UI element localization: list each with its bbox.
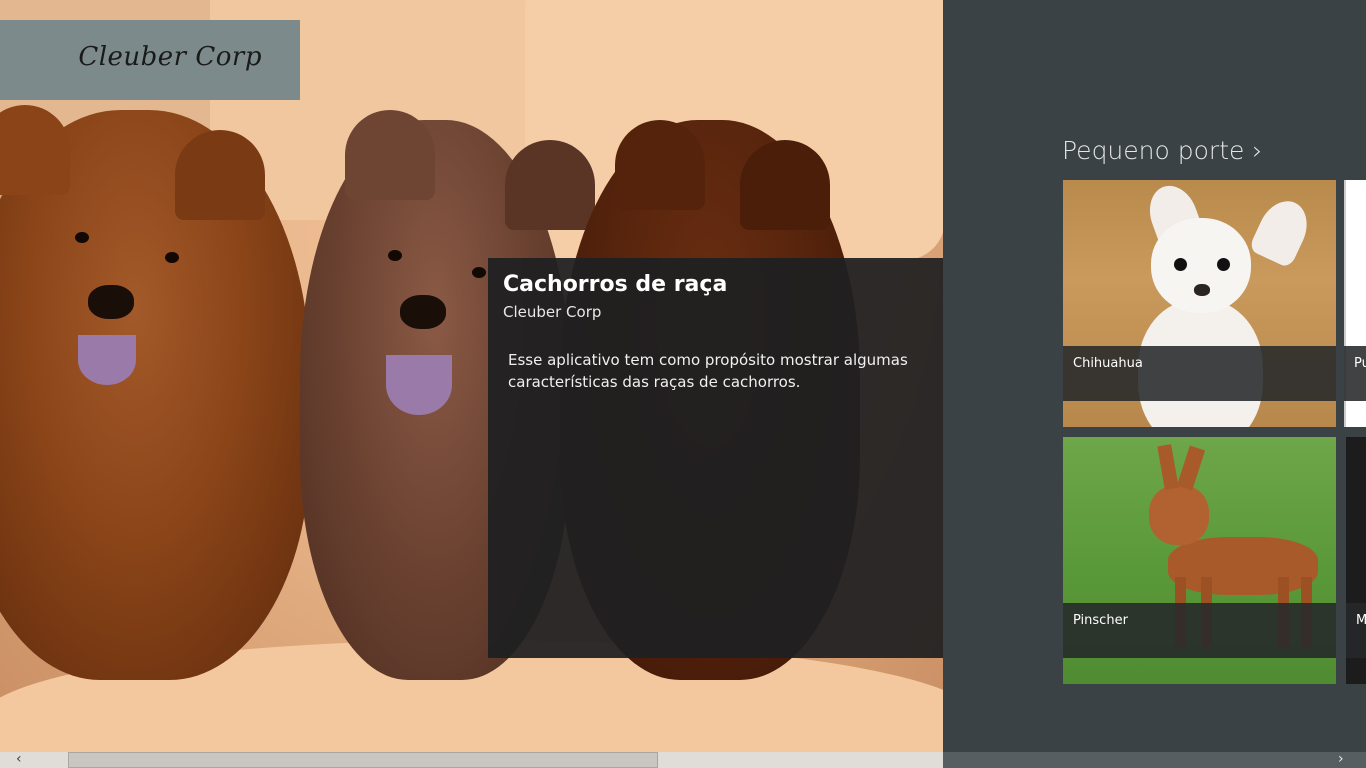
tile-label: Pinscher [1073, 613, 1128, 628]
app-publisher: Cleuber Corp [503, 303, 602, 321]
tile-partial[interactable]: M [1346, 437, 1366, 684]
tile-label: M [1356, 613, 1366, 628]
section-header-pequeno-porte[interactable]: Pequeno porte › [1062, 136, 1262, 165]
puppy-eye [165, 252, 179, 263]
pinscher-ear [1157, 444, 1179, 490]
tile-caption: M [1346, 603, 1366, 658]
horizontal-scrollbar-track[interactable] [943, 752, 1366, 768]
tile-caption: Pu [1344, 346, 1366, 401]
app-title: Cachorros de raça [503, 272, 728, 297]
puppy-nose [88, 285, 134, 319]
tile-caption: Chihuahua [1063, 346, 1336, 401]
puppy-eye [75, 232, 89, 243]
puppy-ear [615, 120, 705, 210]
pinscher-head [1149, 485, 1209, 545]
chihuahua-ear [1248, 193, 1316, 269]
brand-name: Cleuber Corp [78, 42, 262, 72]
tile-partial[interactable]: Pu [1344, 180, 1366, 427]
puppy-ear [505, 140, 595, 230]
tile-label: Pu [1354, 356, 1366, 371]
chihuahua-nose [1194, 284, 1210, 296]
chihuahua-eye [1217, 258, 1230, 271]
puppy-ear [345, 110, 435, 200]
info-panel: Cachorros de raça Cleuber Corp Esse apli… [488, 258, 943, 658]
puppy-eye [472, 267, 486, 278]
puppy-tongue [386, 355, 452, 415]
scroll-left-icon[interactable]: ‹ [16, 751, 22, 767]
brand-banner: Cleuber Corp [0, 20, 300, 100]
scrollbar-thumb[interactable] [68, 752, 658, 768]
pinscher-ear [1176, 445, 1206, 491]
pinscher-body [1168, 537, 1318, 595]
tile-pinscher[interactable]: Pinscher [1063, 437, 1336, 684]
tile-caption: Pinscher [1063, 603, 1336, 658]
puppy-ear [175, 130, 265, 220]
chihuahua-eye [1174, 258, 1187, 271]
scroll-right-icon[interactable]: › [1338, 751, 1344, 767]
puppy-eye [388, 250, 402, 261]
puppy-ear [740, 140, 830, 230]
chihuahua-head [1151, 218, 1251, 313]
puppy [0, 105, 310, 680]
tile-label: Chihuahua [1073, 356, 1143, 371]
tile-chihuahua[interactable]: Chihuahua [1063, 180, 1336, 427]
puppy-tongue [78, 335, 136, 385]
puppy-nose [400, 295, 446, 329]
app-description: Esse aplicativo tem como propósito mostr… [508, 351, 908, 391]
